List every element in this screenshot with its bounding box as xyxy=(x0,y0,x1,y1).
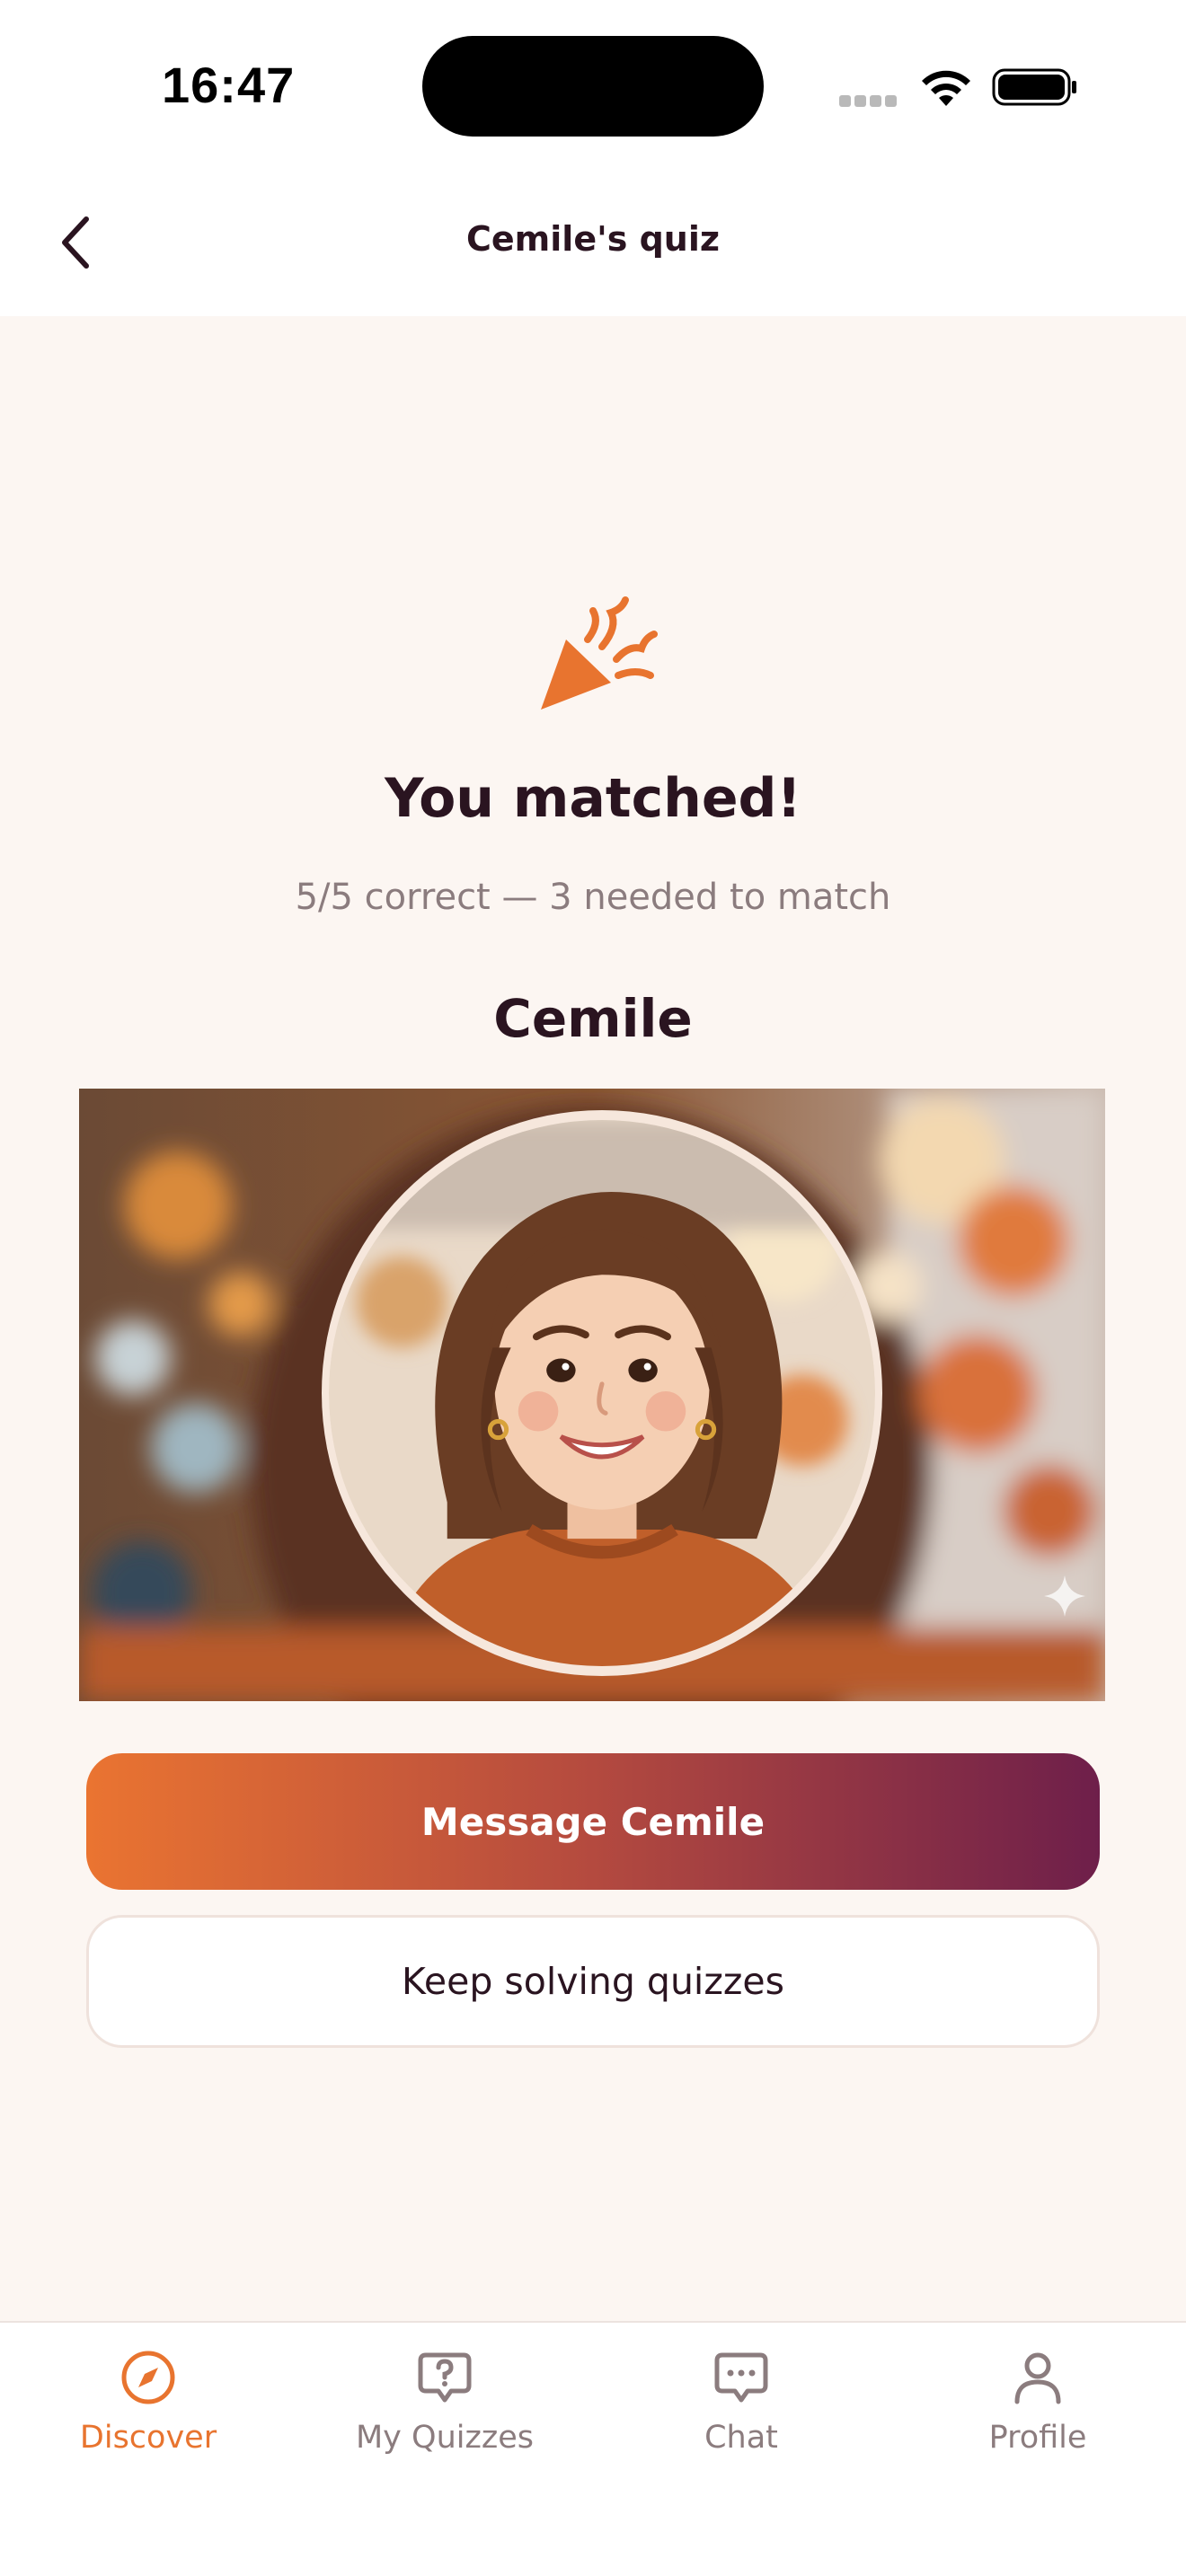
signal-icon xyxy=(839,93,902,107)
status-time: 16:47 xyxy=(162,57,296,113)
sparkle-icon xyxy=(1044,1575,1085,1617)
party-popper-icon xyxy=(541,596,658,710)
keep-solving-button[interactable]: Keep solving quizzes xyxy=(86,1915,1100,2048)
home-indicator xyxy=(476,2533,710,2542)
tab-bar: Discover My Quizzes Chat Profile xyxy=(0,2321,1186,2576)
quiz-bubble-icon xyxy=(418,2352,472,2403)
tab-label: Discover xyxy=(79,2420,217,2456)
dynamic-island xyxy=(422,36,764,137)
page-title: Cemile's quiz xyxy=(466,219,720,259)
chat-icon xyxy=(714,2352,768,2403)
person-icon xyxy=(1014,2352,1061,2404)
match-screen: 16:47 Cemile's quiz You matched! 5/5 cor… xyxy=(0,0,1186,2576)
tab-label: My Quizzes xyxy=(355,2420,534,2456)
tab-profile[interactable]: Profile xyxy=(903,2348,1173,2483)
status-bar: 16:47 xyxy=(0,0,1186,180)
match-title: You matched! xyxy=(385,767,801,830)
profile-photo-card xyxy=(79,1089,1105,1701)
nav-header: Cemile's quiz xyxy=(0,180,1186,316)
compass-icon xyxy=(121,2351,175,2404)
tab-my-quizzes[interactable]: My Quizzes xyxy=(310,2348,580,2483)
avatar-ring xyxy=(322,1110,882,1676)
tab-chat[interactable]: Chat xyxy=(606,2348,876,2483)
battery-icon xyxy=(992,68,1076,106)
tab-discover[interactable]: Discover xyxy=(13,2348,283,2483)
wifi-icon xyxy=(922,70,970,106)
message-button[interactable]: Message Cemile xyxy=(86,1753,1100,1890)
tab-label: Chat xyxy=(704,2420,778,2456)
match-name: Cemile xyxy=(493,988,693,1049)
tab-label: Profile xyxy=(988,2420,1087,2456)
avatar xyxy=(329,1120,875,1666)
match-score: 5/5 correct — 3 needed to match xyxy=(295,877,891,918)
